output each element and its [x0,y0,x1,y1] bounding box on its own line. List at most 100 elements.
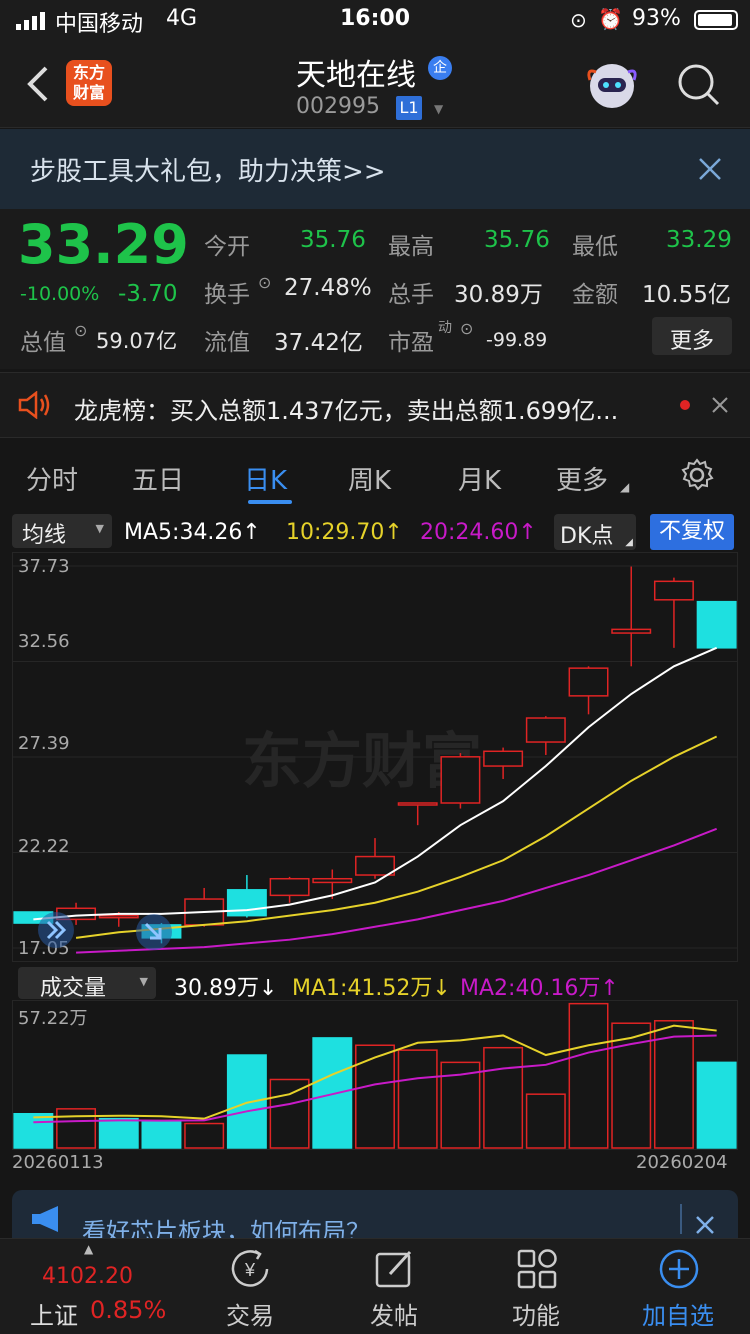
enterprise-badge: 企 [428,56,452,80]
active-tab-indicator [248,500,292,504]
dragon-tiger-bar[interactable]: 龙虎榜：买入总额1.437亿元，卖出总额1.699亿... [0,372,750,438]
pe-label: 市盈 [388,330,434,356]
info-icon[interactable]: ⊙ [258,273,271,292]
volume-bar [696,1061,737,1149]
battery-icon [694,10,738,30]
grid-function-icon[interactable] [516,1248,558,1290]
robot-assistant-icon[interactable] [586,60,638,112]
kline-svg: 东方财富 [12,552,738,962]
tab-weekly-k[interactable]: 周K [348,460,391,497]
volume-bar [226,1054,267,1149]
open-value: 35.76 [300,227,366,253]
volume-bar [184,1122,225,1149]
battery-percent: 93% [632,6,681,31]
volume-selector[interactable]: 成交量 ▼ [18,967,156,1001]
promo-banner[interactable]: 步股工具大礼包，助力决策>> [0,129,750,209]
close-icon[interactable] [696,1216,714,1234]
volume-legend-row: 成交量 ▼ 30.89万↓ MA1:41.52万↓ MA2:40.16万↑ [0,964,750,1002]
volume-bar [13,1112,54,1149]
bottom-post-label[interactable]: 发帖 [344,1296,444,1331]
back-icon[interactable] [26,66,50,102]
bottom-add-label[interactable]: 加自选 [628,1296,728,1331]
volume-svg [12,1000,738,1150]
volume-bar [312,1037,353,1149]
status-bar: 中国移动 4G 16:00 ⊙ ⏰ 93% [0,0,750,40]
level-dropdown-icon[interactable]: ▼ [434,102,443,116]
no-adjust-button[interactable]: 不复权 [650,514,734,550]
close-icon[interactable] [698,157,722,181]
more-button[interactable]: 更多 [652,317,732,355]
add-watchlist-icon[interactable] [658,1248,700,1290]
change-percent: -10.00% [20,283,100,305]
volume-bar [397,1049,438,1149]
ma5-value: MA5:34.26↑ [124,520,261,545]
bottom-trade-label[interactable]: 交易 [200,1296,300,1331]
volume-chart[interactable]: 57.22万 [12,1000,738,1150]
network-type: 4G [166,6,198,31]
volume-current: 30.89万↓ [174,976,278,1001]
index-name[interactable]: 上证 [30,1296,78,1331]
edit-post-icon[interactable] [374,1248,416,1290]
ma20-value: 20:24.60↑ [420,520,537,545]
search-icon[interactable] [676,62,722,108]
unread-dot [680,400,690,410]
date-start: 20260113 [12,1152,104,1173]
y-tick-2: 27.39 [18,733,70,754]
ma10-value: 10:29.70↑ [286,520,403,545]
kline-chart[interactable]: 东方财富 37.73 32.56 27.39 22.22 17.05 [12,552,738,962]
index-value[interactable]: 4102.20 [42,1264,133,1289]
signal-icon [16,12,48,30]
amount-value: 10.55亿 [642,282,731,308]
tab-more[interactable]: 更多 [556,460,608,497]
turnover-value: 27.48% [284,275,372,301]
high-value: 35.76 [484,227,550,253]
fast-forward-icon[interactable] [38,912,74,948]
volume-bar [525,1093,566,1149]
indicator-selector-label: 均线 [22,523,67,548]
tab-intraday[interactable]: 分时 [26,460,78,497]
bottom-function-label[interactable]: 功能 [486,1296,586,1331]
carrier: 中国移动 [55,12,144,37]
tab-five-day[interactable]: 五日 [132,460,184,497]
indicator-selector[interactable]: 均线 ▼ [12,514,112,548]
y-tick-1: 32.56 [18,631,70,652]
megaphone-icon [30,1206,64,1232]
volume-bar [56,1108,97,1149]
volume-ma2-line [33,1034,717,1124]
volume-bar [269,1078,310,1149]
volume-y-tick: 57.22万 [18,1008,88,1029]
expand-up-icon[interactable]: ▲ [84,1242,93,1256]
speaker-icon [18,390,52,420]
tab-daily-k[interactable]: 日K [244,460,287,497]
y-tick-0: 37.73 [18,556,70,577]
candle [98,914,139,919]
close-icon[interactable] [712,397,728,413]
dk-point-button[interactable]: DK点 ◢ [554,514,636,550]
candle [653,580,694,601]
chart-tabs: 分时 五日 日K 周K 月K 更多 ◢ [0,442,750,510]
open-label: 今开 [204,234,250,260]
app-logo[interactable]: 东方财富 [66,60,112,106]
volume-bar [141,1120,182,1149]
volume-bar [98,1117,139,1149]
turnover-label: 换手 [204,282,250,308]
info-icon[interactable]: ⊙ [74,321,87,340]
stock-code: 002995 [296,94,380,119]
news-banner[interactable]: 看好芯片板块，如何布局？ [12,1190,738,1246]
current-price: 33.29 [18,213,189,276]
promo-text[interactable]: 步股工具大礼包，助力决策>> [30,151,386,188]
yen-trade-icon[interactable]: ¥ [229,1248,271,1290]
level-badge[interactable]: L1 [396,96,422,120]
low-value: 33.29 [666,227,732,253]
candle [483,750,524,767]
lhb-text[interactable]: 龙虎榜：买入总额1.437亿元，卖出总额1.699亿... [74,391,618,426]
index-percent[interactable]: 0.85% [90,1296,166,1324]
gear-icon[interactable] [680,458,714,492]
candle [397,802,438,806]
info-icon[interactable]: ⊙ [460,319,473,338]
collapse-arrow-icon[interactable] [136,914,172,950]
dropdown-icon: ▼ [95,522,104,535]
tab-monthly-k[interactable]: 月K [458,460,501,497]
float-label: 流值 [204,330,250,356]
volume-bar [355,1044,395,1149]
